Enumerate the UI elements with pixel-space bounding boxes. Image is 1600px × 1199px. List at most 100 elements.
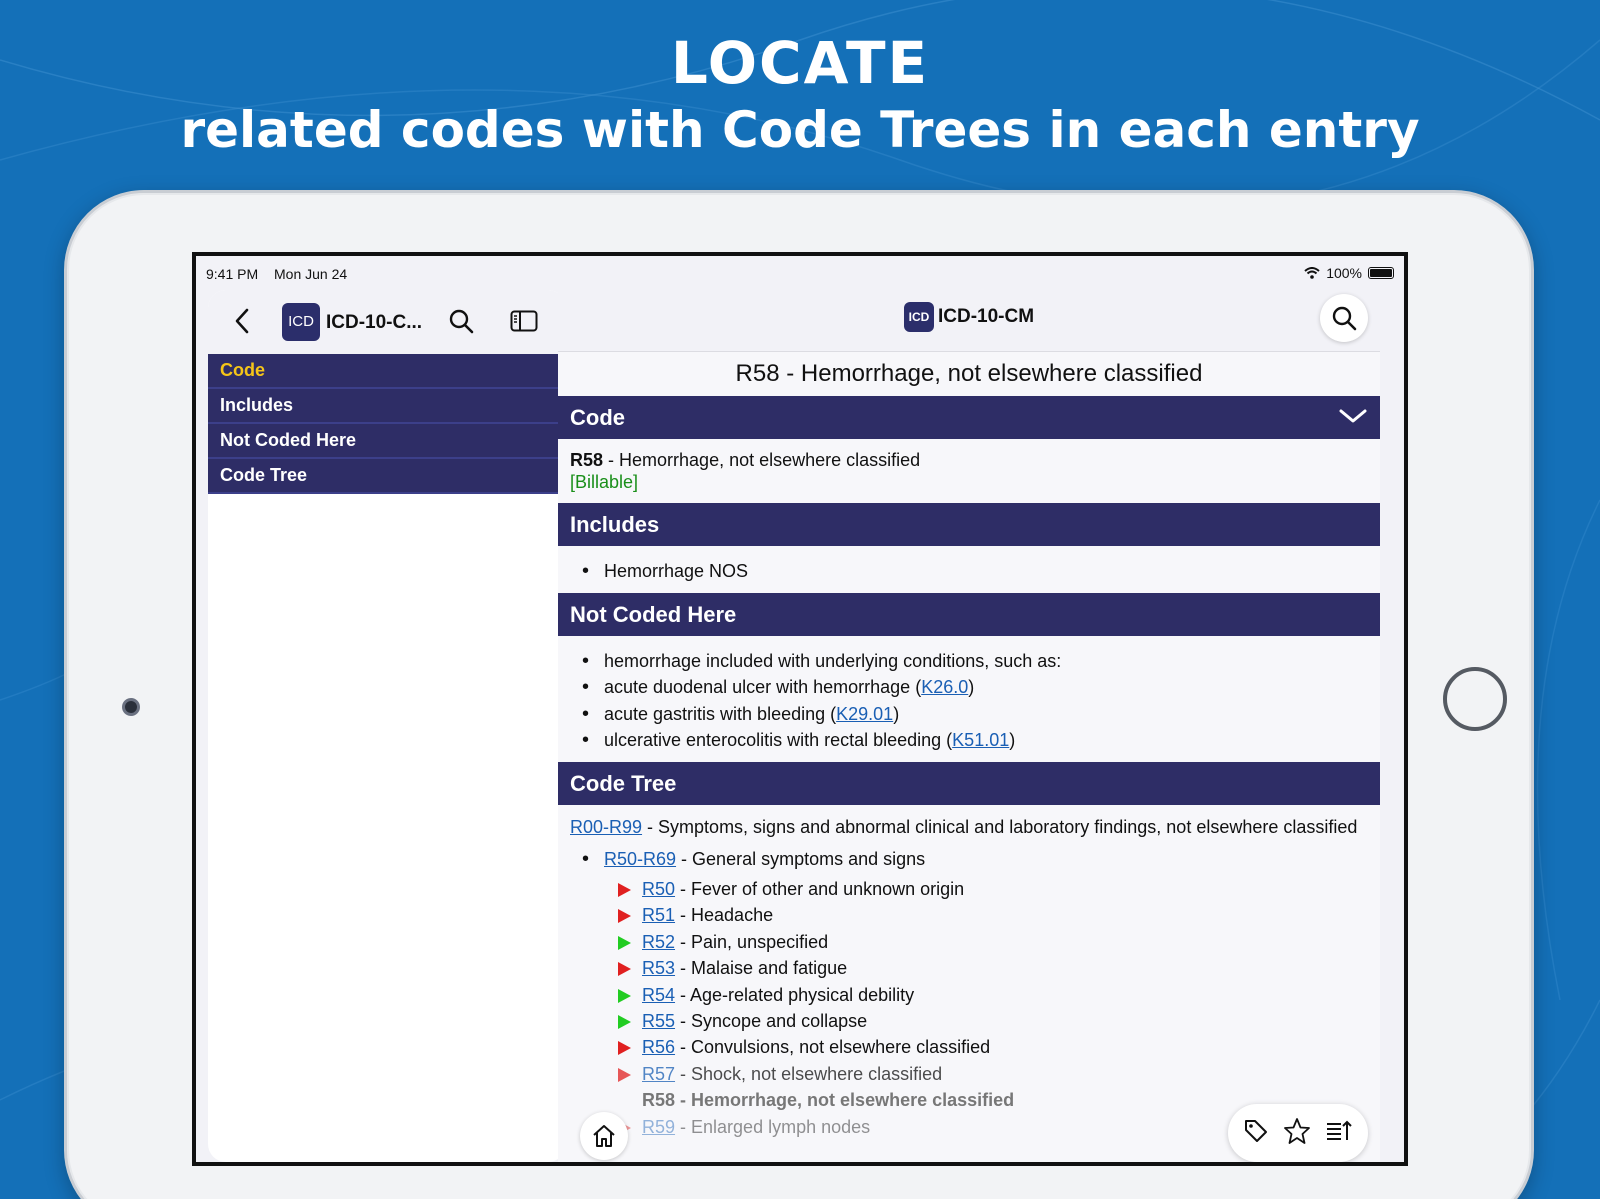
green-triangle-icon: [618, 1015, 631, 1030]
red-triangle-icon: [618, 909, 631, 924]
status-date: Mon Jun 24: [274, 266, 348, 282]
tree-root: R00-R99 - Symptoms, signs and abnormal c…: [570, 816, 1368, 838]
home-icon: [593, 1125, 615, 1147]
code-link[interactable]: K26.0: [921, 677, 968, 697]
billable-badge: [Billable]: [570, 472, 639, 492]
search-icon: [449, 309, 474, 334]
chevron-down-icon: [1339, 409, 1367, 423]
main-toolbar: ICD ICD-10-CM: [558, 286, 1380, 352]
section-body-includes: Hemorrhage NOS: [558, 546, 1380, 593]
status-time: 9:41 PM: [206, 266, 259, 282]
list-item: ulcerative enterocolitis with rectal ble…: [570, 727, 1368, 754]
app-logo: ICD: [282, 303, 320, 341]
section-heading-code: Code: [570, 405, 625, 430]
list-item-suffix: ): [968, 677, 975, 697]
tree-child-code[interactable]: R55: [642, 1011, 675, 1031]
battery-percent: 100%: [1326, 265, 1362, 281]
section-body-code: R58 - Hemorrhage, not elsewhere classifi…: [558, 439, 1380, 503]
main-app-title: ICD ICD-10-CM: [558, 302, 1380, 332]
sidebar-toggle-button[interactable]: [510, 310, 538, 337]
tree-child-item: R56 - Convulsions, not elsewhere classif…: [608, 1034, 1368, 1060]
section-header-code-tree[interactable]: Code Tree: [558, 761, 1380, 805]
list-jump-icon: [1327, 1120, 1352, 1140]
code-link[interactable]: K51.01: [952, 730, 1009, 750]
home-button[interactable]: [580, 1112, 628, 1160]
tree-child-item: R54 - Age-related physical debility: [608, 982, 1368, 1008]
tag-button[interactable]: [1243, 1118, 1269, 1149]
tree-child-code[interactable]: R52: [642, 932, 675, 952]
section-header-code[interactable]: Code: [558, 396, 1380, 439]
sidebar-item-code-tree[interactable]: Code Tree: [208, 459, 566, 494]
tree-child-text: - Shock, not elsewhere classified: [675, 1063, 943, 1084]
tree-child-item: R50 - Fever of other and unknown origin: [608, 876, 1368, 902]
section-body-code-tree: R00-R99 - Symptoms, signs and abnormal c…: [558, 804, 1380, 1151]
tree-child-code[interactable]: R56: [642, 1037, 675, 1057]
tree-child-text: - Pain, unspecified: [675, 931, 829, 952]
green-triangle-icon: [618, 935, 631, 950]
sidebar-search-button[interactable]: [448, 308, 474, 339]
tag-icon: [1245, 1119, 1267, 1142]
section-header-not-coded-here[interactable]: Not Coded Here: [558, 592, 1380, 636]
favorite-button[interactable]: [1283, 1117, 1311, 1150]
list-item-suffix: ): [893, 703, 900, 724]
tree-child-code[interactable]: R53: [642, 958, 675, 978]
sidebar-item-code[interactable]: Code: [208, 354, 566, 389]
tree-child-item: R57 - Shock, not elsewhere classified: [608, 1061, 1368, 1087]
tree-child-text: - Age-related physical debility: [675, 984, 915, 1005]
sidebar: ICD ICD-10-C... Code Includes Not Coded …: [208, 290, 566, 1162]
code-description: - Hemorrhage, not elsewhere classified: [603, 450, 921, 470]
code-value: R58: [570, 450, 604, 470]
back-button[interactable]: [234, 308, 250, 341]
tree-children: R50 - Fever of other and unknown origin R…: [608, 876, 1368, 1140]
tree-child-item: R53 - Malaise and fatigue: [608, 955, 1368, 981]
list-item-text: acute gastritis with bleeding (: [604, 703, 837, 724]
tree-level-1: R50-R69 - General symptoms and signs: [570, 846, 1368, 873]
tree-child-code[interactable]: R59: [642, 1117, 675, 1137]
jump-to-section-button[interactable]: [1325, 1118, 1353, 1149]
tree-child-text: - Headache: [675, 905, 774, 926]
tree-level-1-item: R50-R69 - General symptoms and signs: [570, 846, 1368, 873]
tree-child-item: R52 - Pain, unspecified: [608, 929, 1368, 955]
tree-child-code[interactable]: R50: [642, 879, 675, 899]
code-link[interactable]: K29.01: [836, 704, 893, 724]
action-toolbar: [1228, 1104, 1368, 1162]
tree-root-link[interactable]: R00-R99: [570, 817, 642, 837]
promo-headline: LOCATE related codes with Code Trees in …: [0, 28, 1600, 160]
list-item-text: ulcerative enterocolitis with rectal ble…: [604, 730, 953, 750]
tree-child-code[interactable]: R57: [642, 1064, 675, 1084]
sidebar-item-not-coded-here[interactable]: Not Coded Here: [208, 424, 566, 459]
search-icon: [1332, 306, 1357, 331]
section-header-includes[interactable]: Includes: [558, 503, 1380, 546]
sidebar-title: ICD-10-C...: [326, 312, 423, 333]
main-app-logo: ICD: [903, 302, 934, 332]
battery-icon: [1368, 267, 1394, 279]
headline-subtitle: related codes with Code Trees in each en…: [180, 101, 1420, 159]
tree-child-text: - Hemorrhage, not elsewhere classified: [675, 1090, 1015, 1111]
home-hardware-button[interactable]: [1443, 667, 1507, 731]
list-item: acute duodenal ulcer with hemorrhage (K2…: [570, 674, 1368, 701]
list-item-text: hemorrhage included with underlying cond…: [604, 650, 1062, 671]
sidebar-item-includes[interactable]: Includes: [208, 389, 566, 424]
sidebar-nav: Code Includes Not Coded Here Code Tree: [208, 354, 566, 494]
main-search-button[interactable]: [1320, 294, 1368, 342]
list-item: Hemorrhage NOS: [570, 558, 1368, 585]
section-heading-includes: Includes: [570, 512, 660, 537]
tree-child-text: - Enlarged lymph nodes: [675, 1116, 871, 1137]
red-triangle-icon: [618, 883, 631, 897]
device-screen: 9:41 PM Mon Jun 24 100% ICD ICD-10-C...: [192, 252, 1408, 1166]
tree-level-1-link[interactable]: R50-R69: [604, 849, 676, 869]
wifi-icon: [1304, 267, 1320, 279]
tree-child-code[interactable]: R51: [642, 905, 675, 925]
red-triangle-icon: [618, 962, 631, 977]
status-bar: 9:41 PM Mon Jun 24 100%: [196, 256, 1404, 286]
tree-child-item: R55 - Syncope and collapse: [608, 1008, 1368, 1034]
tree-child-code[interactable]: R54: [642, 985, 675, 1005]
tree-child-text: - Malaise and fatigue: [675, 958, 848, 979]
main-app-title-text: ICD-10-CM: [937, 306, 1035, 328]
tree-child-text: - Convulsions, not elsewhere classified: [675, 1037, 991, 1058]
collapse-toggle[interactable]: [1338, 396, 1368, 439]
list-item-suffix: ): [1009, 730, 1016, 750]
main-content: ICD ICD-10-CM R58 - Hemorrhage, not elsew…: [558, 286, 1380, 1162]
red-triangle-icon: [618, 1067, 631, 1082]
green-triangle-icon: [618, 988, 631, 1003]
